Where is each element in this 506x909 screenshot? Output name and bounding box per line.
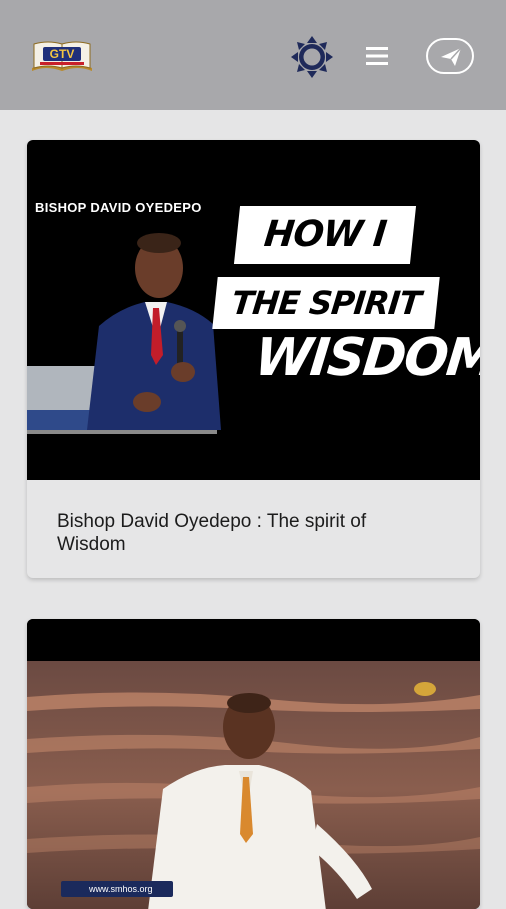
thumbnail-url-badge: www.smhos.org bbox=[61, 881, 173, 897]
send-button[interactable] bbox=[426, 38, 474, 74]
app-header: GTV bbox=[0, 0, 506, 110]
thumbnail-headline-line-1: HOW I GOT bbox=[233, 206, 417, 313]
thumbnail-headline-line-2: THE SPIRIT OF bbox=[212, 277, 440, 374]
speaker-image bbox=[27, 619, 480, 909]
speaker-name: BISHOP DAVID OYEDEPO bbox=[35, 200, 202, 215]
menu-icon[interactable] bbox=[364, 43, 390, 69]
thumbnail-headline-line-3: WISDOM bbox=[251, 328, 480, 388]
send-icon bbox=[441, 47, 462, 66]
logo-text: GTV bbox=[50, 47, 75, 61]
sun-icon[interactable] bbox=[290, 35, 334, 79]
post-thumbnail[interactable]: www.smhos.org bbox=[27, 619, 480, 909]
post-title[interactable]: Bishop David Oyedepo : The spirit of Wis… bbox=[57, 510, 377, 556]
post-thumbnail[interactable]: BISHOP DAVID OYEDEPO HOW I GOT THE SPIRI… bbox=[27, 140, 480, 480]
gtv-logo[interactable]: GTV bbox=[30, 38, 94, 74]
post-card[interactable]: BISHOP DAVID OYEDEPO HOW I GOT THE SPIRI… bbox=[27, 140, 480, 578]
post-card[interactable]: www.smhos.org bbox=[27, 619, 480, 909]
